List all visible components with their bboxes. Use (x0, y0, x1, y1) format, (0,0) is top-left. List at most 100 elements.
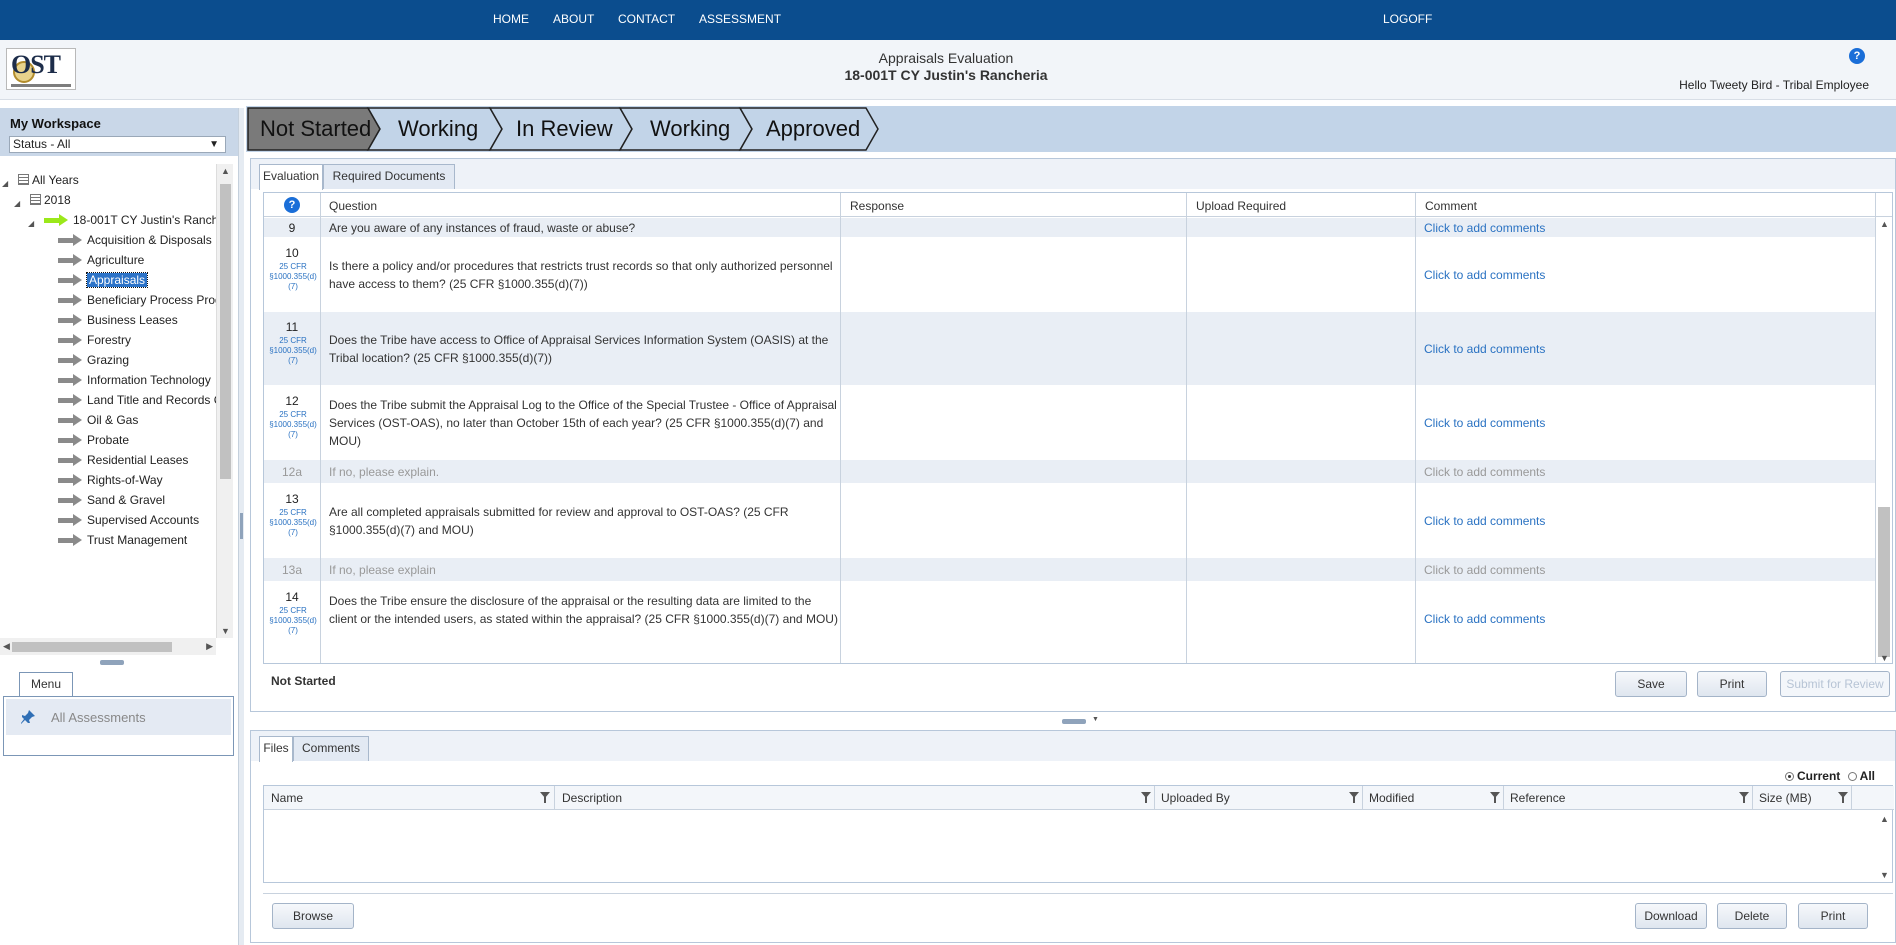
radio-all[interactable] (1847, 772, 1857, 781)
browse-button[interactable]: Browse (272, 903, 354, 929)
cfr-reference-link[interactable]: 25 CFR §1000.355(d)(7) (266, 508, 320, 538)
tree-node-section[interactable]: Forestry (58, 332, 131, 350)
add-comment-link[interactable]: Click to add comments (1424, 612, 1545, 626)
column-header-size[interactable]: Size (MB) (1759, 791, 1812, 805)
tree-node-section[interactable]: Probate (58, 432, 129, 450)
expand-toggle-icon[interactable]: ◢ (2, 176, 8, 192)
nav-contact-link[interactable]: CONTACT (618, 12, 675, 26)
files-grid-header: Name Description Uploaded By Modified Re… (264, 786, 1894, 810)
tree-vertical-scrollbar[interactable]: ▲ ▼ (216, 164, 233, 638)
tree-node-section[interactable]: Information Technology (58, 372, 211, 390)
tree-node-section[interactable]: Sand & Gravel (58, 492, 165, 510)
radio-current[interactable] (1784, 772, 1794, 781)
print-button[interactable]: Print (1697, 671, 1767, 697)
tree-node-section[interactable]: Trust Management (58, 532, 187, 550)
workflow-step-in-review: In Review (516, 116, 613, 141)
column-header-response[interactable]: Response (850, 199, 904, 213)
vertical-splitter[interactable] (238, 108, 244, 945)
column-header-comment[interactable]: Comment (1425, 199, 1477, 213)
question-row: 14 25 CFR §1000.355(d)(7) Does the Tribe e… (264, 582, 1876, 656)
scroll-up-icon[interactable]: ▲ (221, 166, 230, 176)
panel-splitter-handle[interactable] (100, 660, 124, 665)
tree-horizontal-scrollbar[interactable]: ◀ ▶ (0, 638, 216, 655)
help-icon[interactable]: ? (1849, 48, 1865, 64)
tab-comments[interactable]: Comments (293, 736, 369, 761)
filter-icon[interactable] (540, 792, 550, 803)
column-header-uploaded-by[interactable]: Uploaded By (1161, 791, 1230, 805)
splitter-handle[interactable] (240, 513, 243, 539)
scroll-down-icon[interactable]: ▼ (1880, 870, 1889, 880)
help-icon[interactable]: ? (284, 197, 300, 213)
add-comment-link[interactable]: Click to add comments (1424, 465, 1545, 479)
expand-toggle-icon[interactable]: ◢ (28, 216, 34, 232)
nav-home-link[interactable]: HOME (493, 12, 529, 26)
column-header-question[interactable]: Question (329, 199, 377, 213)
tab-files[interactable]: Files (259, 736, 293, 762)
filter-icon[interactable] (1490, 792, 1500, 803)
cfr-reference-link[interactable]: 25 CFR §1000.355(d)(7) (266, 410, 320, 440)
scroll-left-icon[interactable]: ◀ (3, 641, 10, 652)
scroll-right-icon[interactable]: ▶ (206, 641, 213, 652)
save-button[interactable]: Save (1615, 671, 1687, 697)
menu-item-all-assessments[interactable]: All Assessments (6, 699, 231, 735)
nav-assessment-link[interactable]: ASSESSMENT (699, 12, 781, 26)
tree-node-section[interactable]: Rights-of-Way (58, 472, 163, 490)
tree-node-section[interactable]: Supervised Accounts (58, 512, 199, 530)
files-print-button[interactable]: Print (1798, 903, 1868, 929)
tree-node-section[interactable]: Land Title and Records C (58, 392, 216, 410)
scroll-thumb[interactable] (12, 642, 172, 652)
scroll-up-icon[interactable]: ▲ (1880, 814, 1889, 824)
horizontal-splitter-handle[interactable] (1062, 719, 1086, 724)
menu-panel: Menu All Assessments (3, 670, 234, 756)
tree-node-section[interactable]: Beneficiary Process Prog (58, 292, 216, 310)
add-comment-link[interactable]: Click to add comments (1424, 514, 1545, 528)
add-comment-link[interactable]: Click to add comments (1424, 268, 1545, 282)
tree-node-section[interactable]: Oil & Gas (58, 412, 138, 430)
cfr-reference-link[interactable]: 25 CFR §1000.355(d)(7) (266, 336, 320, 366)
download-button[interactable]: Download (1635, 903, 1707, 929)
scroll-thumb[interactable] (1878, 507, 1890, 657)
add-comment-link[interactable]: Click to add comments (1424, 563, 1545, 577)
filter-icon[interactable] (1349, 792, 1359, 803)
expand-toggle-icon[interactable]: ◢ (14, 196, 20, 212)
column-header-reference[interactable]: Reference (1510, 791, 1565, 805)
tree-node-section[interactable]: Grazing (58, 352, 129, 370)
scroll-thumb[interactable] (220, 184, 231, 479)
cfr-reference-link[interactable]: 25 CFR §1000.355(d)(7) (266, 606, 320, 636)
arrow-right-icon (58, 374, 82, 386)
tree-node-section[interactable]: Agriculture (58, 252, 144, 270)
add-comment-link[interactable]: Click to add comments (1424, 221, 1545, 235)
column-header-upload-required[interactable]: Upload Required (1196, 199, 1286, 213)
cfr-reference-link[interactable]: 25 CFR §1000.355(d)(7) (266, 262, 320, 292)
tree-node-label: Trust Management (87, 533, 188, 547)
tree-node-label: Supervised Accounts (87, 513, 200, 527)
scroll-down-icon[interactable]: ▼ (1880, 653, 1889, 663)
tab-required-documents[interactable]: Required Documents (323, 164, 455, 189)
column-header-name[interactable]: Name (271, 791, 303, 805)
nav-logoff-link[interactable]: LOGOFF (1383, 12, 1432, 26)
nav-about-link[interactable]: ABOUT (553, 12, 594, 26)
caret-down-icon[interactable]: ▼ (1092, 716, 1099, 723)
questions-scrollbar[interactable]: ▲ ▼ (1876, 217, 1892, 663)
scroll-up-icon[interactable]: ▲ (1880, 219, 1889, 229)
submit-for-review-button[interactable]: Submit for Review (1780, 671, 1890, 697)
tree-node-section[interactable]: Residential Leases (58, 452, 188, 470)
tree-node-section[interactable]: Acquisition & Disposals (58, 232, 212, 250)
add-comment-link[interactable]: Click to add comments (1424, 416, 1545, 430)
tab-menu[interactable]: Menu (19, 672, 73, 696)
status-filter-select[interactable]: Status - All ▼ (9, 136, 226, 153)
filter-icon[interactable] (1141, 792, 1151, 803)
tree-node-section[interactable]: Appraisals (58, 272, 149, 290)
tree-node-section[interactable]: Business Leases (58, 312, 178, 330)
tree-node-label: Information Technology (87, 373, 211, 387)
question-row: 9 Are you aware of any instances of fraud… (264, 218, 1876, 238)
files-scrollbar[interactable]: ▲ ▼ (1876, 810, 1893, 882)
filter-icon[interactable] (1838, 792, 1848, 803)
tab-evaluation[interactable]: Evaluation (259, 164, 323, 190)
delete-button[interactable]: Delete (1717, 903, 1787, 929)
scroll-down-icon[interactable]: ▼ (221, 626, 230, 636)
column-header-description[interactable]: Description (562, 791, 622, 805)
column-header-modified[interactable]: Modified (1369, 791, 1414, 805)
add-comment-link[interactable]: Click to add comments (1424, 342, 1545, 356)
filter-icon[interactable] (1739, 792, 1749, 803)
